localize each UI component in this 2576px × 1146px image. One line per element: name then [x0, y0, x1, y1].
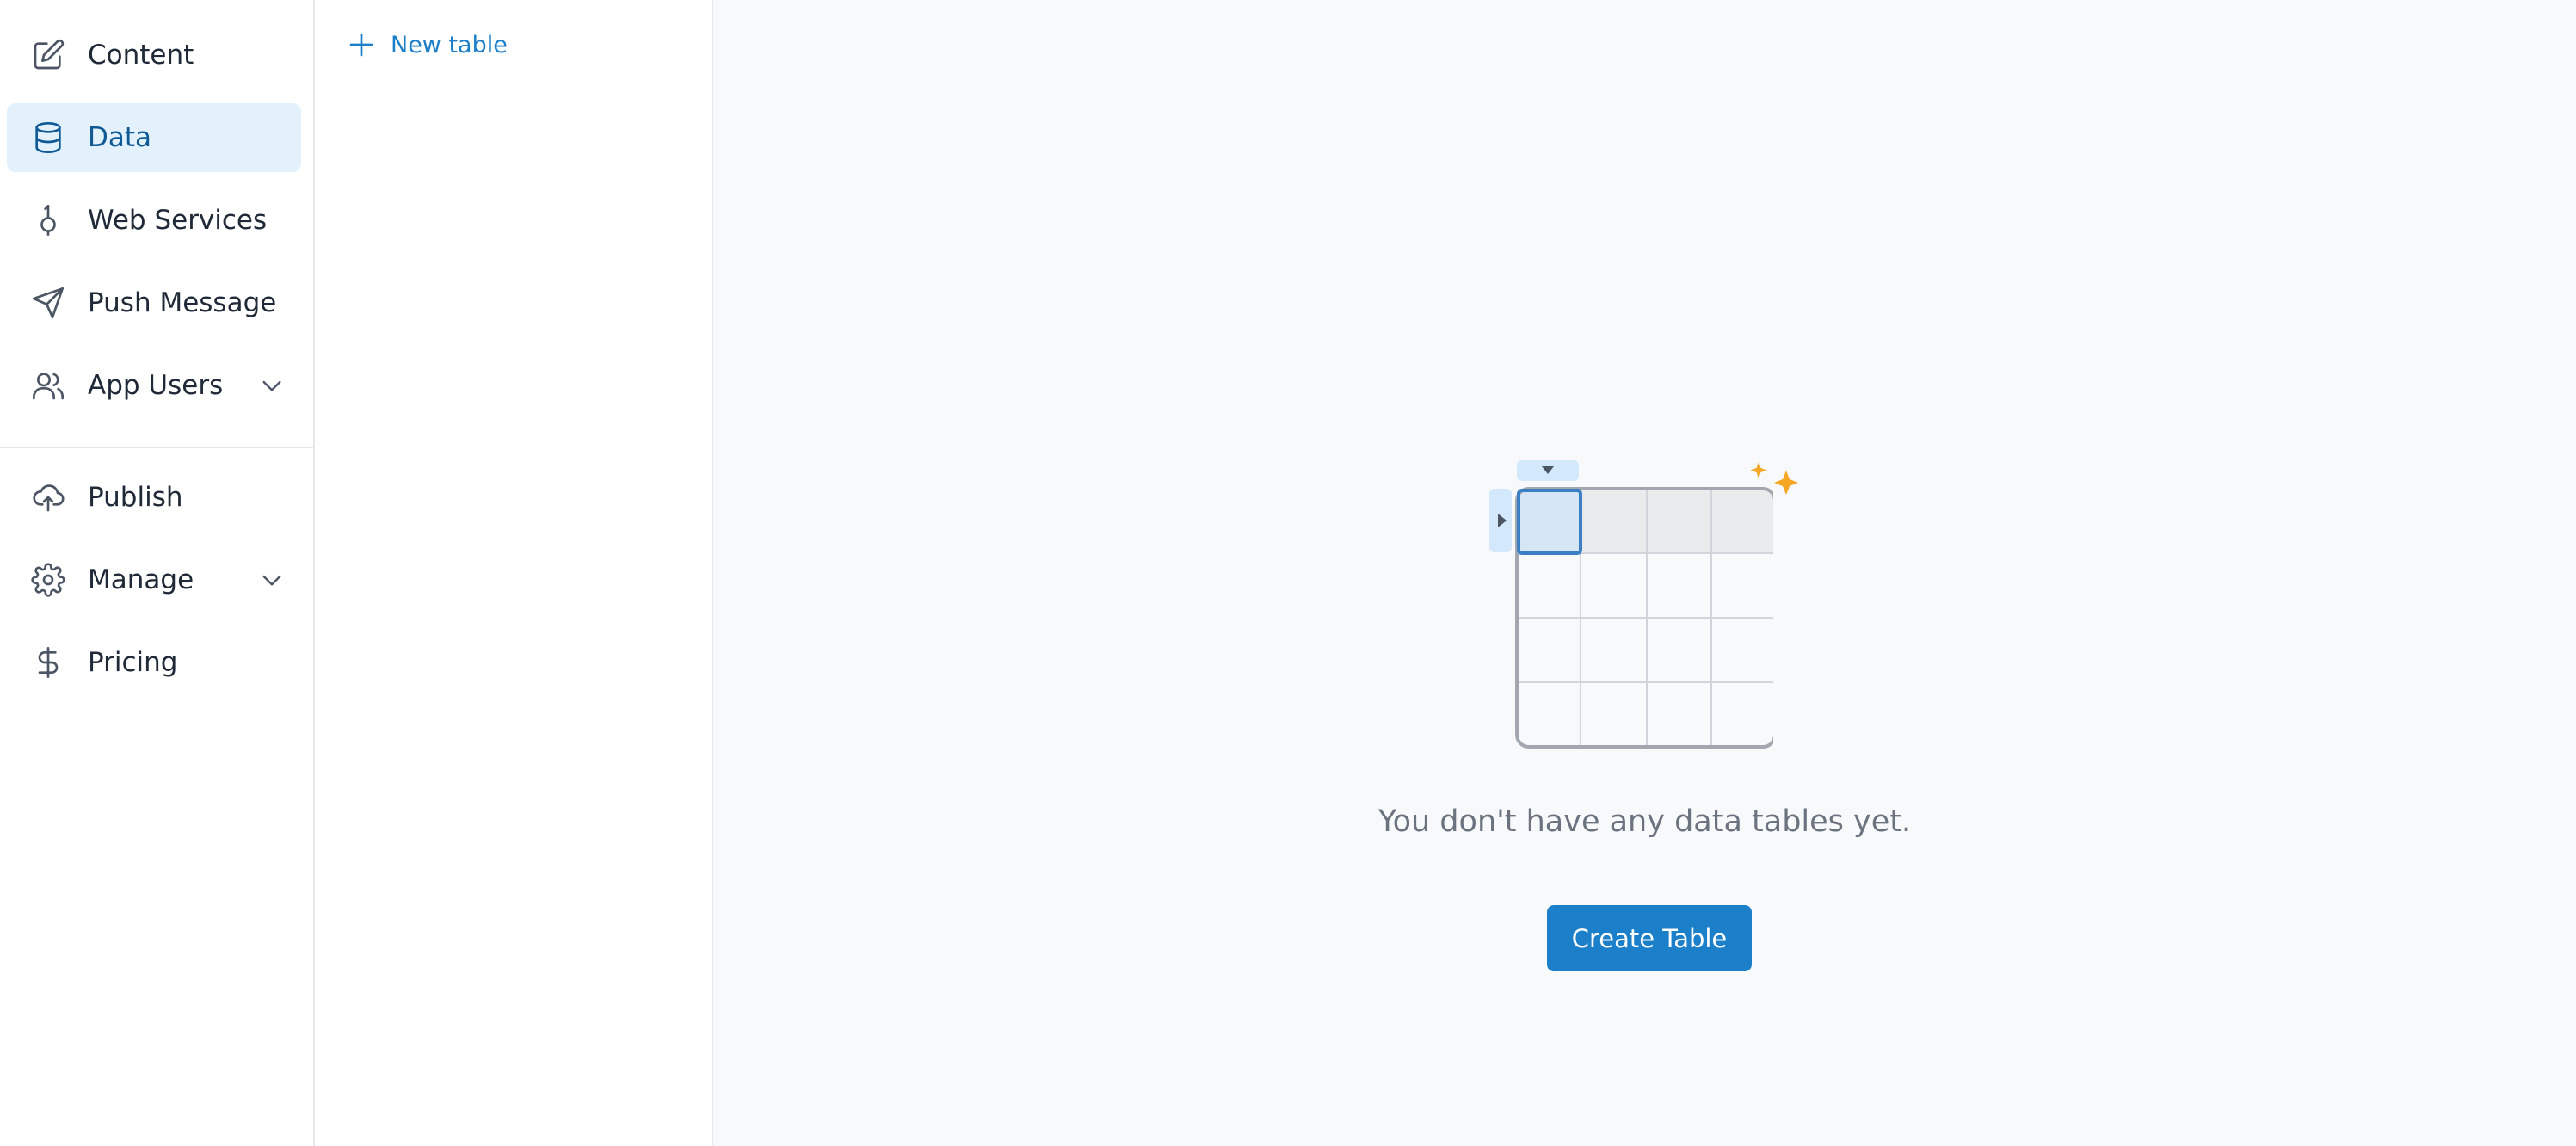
sidebar-item-label: Manage — [88, 564, 194, 595]
database-icon — [31, 120, 65, 155]
sidebar-item-push-message[interactable]: Push Message — [7, 268, 301, 337]
sidebar-item-label: Content — [88, 40, 194, 71]
plus-icon — [349, 33, 373, 57]
cloud-upload-icon — [31, 480, 65, 514]
chevron-down-icon[interactable] — [258, 566, 286, 594]
sidebar-item-label: Push Message — [88, 287, 277, 318]
users-icon — [31, 368, 65, 403]
sparkle-icon — [1750, 462, 1798, 495]
sidebar-item-app-users[interactable]: App Users — [7, 351, 301, 420]
data-table-graphic — [1489, 454, 1773, 757]
send-icon — [31, 286, 65, 320]
sidebar-item-pricing[interactable]: Pricing — [7, 628, 301, 697]
chevron-down-icon[interactable] — [258, 372, 286, 399]
tables-list-panel: New table — [315, 0, 713, 1146]
sidebar-item-label: Pricing — [88, 647, 178, 678]
sidebar-divider — [0, 447, 313, 448]
main-content: You don't have any data tables yet. Crea… — [713, 0, 2576, 1146]
empty-state-message: You don't have any data tables yet. — [1377, 804, 1912, 839]
edit-icon — [31, 38, 65, 72]
gear-icon — [31, 563, 65, 597]
web-services-icon — [31, 203, 65, 237]
app-root: Content Data Web Services Push Message A… — [0, 0, 2576, 1146]
sidebar-item-label: App Users — [88, 370, 224, 401]
sidebar-item-publish[interactable]: Publish — [7, 463, 301, 532]
sidebar-item-content[interactable]: Content — [7, 21, 301, 89]
sidebar-item-data[interactable]: Data — [7, 103, 301, 172]
sidebar: Content Data Web Services Push Message A… — [0, 0, 315, 1146]
new-table-button[interactable]: New table — [346, 24, 508, 65]
sidebar-item-manage[interactable]: Manage — [7, 545, 301, 614]
sidebar-item-label: Web Services — [88, 205, 268, 236]
new-table-label: New table — [391, 31, 508, 59]
sidebar-item-label: Data — [88, 122, 152, 153]
sidebar-item-label: Publish — [88, 482, 183, 513]
sidebar-item-web-services[interactable]: Web Services — [7, 186, 301, 255]
create-table-button[interactable]: Create Table — [1547, 905, 1752, 971]
dollar-icon — [31, 645, 65, 680]
